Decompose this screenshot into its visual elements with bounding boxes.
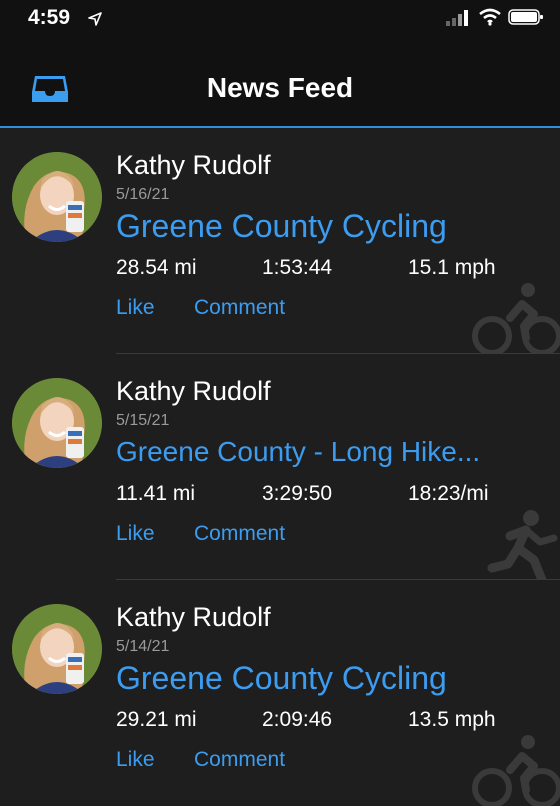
running-icon [487,510,558,580]
location-arrow-icon [88,12,102,26]
feed-item[interactable]: Kathy Rudolf 5/16/21 Greene County Cycli… [0,128,560,354]
activity-title[interactable]: Greene County - Long Hike... [116,436,480,468]
distance: 29.21 mi [116,708,197,731]
signal-icon [446,10,468,26]
like-button[interactable]: Like [116,296,155,320]
like-button[interactable]: Like [116,748,155,772]
activity-date: 5/15/21 [116,412,170,429]
pace: 15.1 mph [408,256,496,279]
duration: 3:29:50 [262,482,333,505]
activity-title[interactable]: Greene County Cycling [116,208,447,245]
status-time: 4:59 [28,6,71,29]
cycling-icon [472,283,560,354]
avatar[interactable] [12,152,102,242]
top-bar: 4:59 News Feed [0,0,560,128]
like-button[interactable]: Like [116,522,155,546]
cycling-icon [472,735,560,806]
comment-button[interactable]: Comment [194,748,285,772]
pace: 13.5 mph [408,708,496,731]
user-name[interactable]: Kathy Rudolf [116,376,271,407]
distance: 28.54 mi [116,256,197,279]
page-title: News Feed [206,72,354,103]
avatar[interactable] [12,604,102,694]
feed-item[interactable]: Kathy Rudolf 5/15/21 Greene County - Lon… [0,354,560,580]
user-name[interactable]: Kathy Rudolf [116,150,271,181]
pace: 18:23/mi [408,482,489,505]
avatar[interactable] [12,378,102,468]
duration: 1:53:44 [262,256,333,279]
activity-title[interactable]: Greene County Cycling [116,660,447,697]
comment-button[interactable]: Comment [194,296,285,320]
user-name[interactable]: Kathy Rudolf [116,602,271,633]
activity-date: 5/14/21 [116,638,170,655]
distance: 11.41 mi [116,482,195,505]
activity-date: 5/16/21 [116,186,170,203]
feed-item[interactable]: Kathy Rudolf 5/14/21 Greene County Cycli… [0,580,560,806]
battery-icon [508,9,543,25]
duration: 2:09:46 [262,708,333,731]
comment-button[interactable]: Comment [194,522,285,546]
wifi-icon [479,8,501,26]
